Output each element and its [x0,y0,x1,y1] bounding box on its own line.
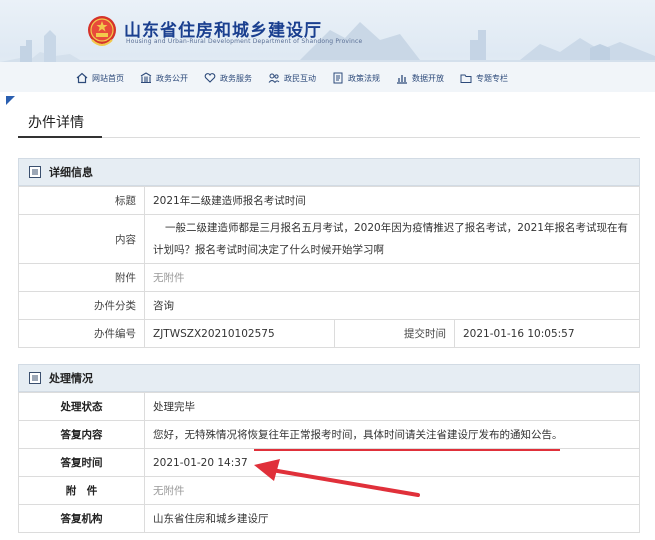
case-number-label: 办件编号 [18,319,145,348]
submit-time-label: 提交时间 [334,319,455,348]
attachment-value: 无附件 [144,263,640,292]
detail-panel-title: 详细信息 [49,166,93,179]
nav-label: 政务公开 [156,73,188,83]
table-row: 答复内容 您好，无特殊情况将恢复往年正常报考时间，具体时间请关注省建设厅发布的通… [18,420,640,449]
nav-label: 数据开放 [412,73,444,83]
nav-gov-services[interactable]: 政务服务 [204,68,252,88]
status-label: 处理状态 [18,392,145,421]
handling-panel-title: 处理情况 [49,372,93,385]
title-divider [18,137,640,138]
table-row: 答复机构 山东省住房和城乡建设厅 [18,504,640,533]
title-label: 标题 [18,186,145,215]
title-underline [18,136,102,138]
annotation-underline [254,449,560,451]
list-icon [29,166,41,178]
national-emblem-logo [88,16,116,46]
category-label: 办件分类 [18,291,145,320]
content-value: 一般二级建造师都是三月报名五月考试，2020年因为疫情推迟了报名考试，2021年… [144,214,640,264]
nav-label: 政务服务 [220,73,252,83]
people-icon [268,73,280,83]
reply-content-label: 答复内容 [18,420,145,449]
table-row: 附件 无附件 [18,263,640,292]
home-icon [76,72,88,84]
folder-icon [460,74,472,83]
reply-time-label: 答复时间 [18,448,145,477]
title-value: 2021年二级建造师报名考试时间 [144,186,640,215]
attachment-label: 附件 [18,263,145,292]
reply-content-value: 您好，无特殊情况将恢复往年正常报考时间，具体时间请关注省建设厅发布的通知公告。 [144,420,640,449]
table-row: 标题 2021年二级建造师报名考试时间 [18,186,640,215]
chart-icon [397,75,407,84]
category-value: 咨询 [144,291,640,320]
nav-label: 政策法规 [348,73,380,83]
nav-label: 专题专栏 [476,73,508,83]
document-icon [333,72,343,84]
content-label: 内容 [18,214,145,264]
nav-gov-affairs-open[interactable]: 政务公开 [140,68,188,88]
table-row: 办件分类 咨询 [18,291,640,320]
detail-table: 标题 2021年二级建造师报名考试时间 内容 一般二级建造师都是三月报名五月考试… [18,186,640,348]
table-row: 处理状态 处理完毕 [18,392,640,421]
nav-label: 政民互动 [284,73,316,83]
detail-panel-header: 详细信息 [18,158,640,186]
site-subtitle: Housing and Urban-Rural Development Depa… [126,38,363,45]
nav-label: 网站首页 [92,73,124,83]
nav-open-data[interactable]: 数据开放 [396,68,444,88]
case-number-value: ZJTWSZX20210102575 [144,319,335,348]
reply-org-label: 答复机构 [18,504,145,533]
table-row: 内容 一般二级建造师都是三月报名五月考试，2020年因为疫情推迟了报名考试，20… [18,214,640,264]
page-title: 办件详情 [28,115,84,131]
site-header: 山东省住房和城乡建设厅 Housing and Urban-Rural Deve… [0,0,655,92]
nav-home[interactable]: 网站首页 [76,68,124,88]
nav-policies[interactable]: 政策法规 [332,68,380,88]
annotation-arrow-icon [254,459,420,497]
status-value: 处理完毕 [144,392,640,421]
submit-time-value: 2021-01-16 10:05:57 [454,319,640,348]
reply-attachment-label: 附 件 [18,476,145,505]
list-icon [29,372,41,384]
reply-org-value: 山东省住房和城乡建设厅 [144,504,640,533]
handling-panel-header: 处理情况 [18,364,640,392]
nav-special-topics[interactable]: 专题专栏 [460,68,508,88]
building-icon [140,72,152,84]
nav-public-interaction[interactable]: 政民互动 [268,68,316,88]
table-row: 办件编号 ZJTWSZX20210102575 提交时间 2021-01-16 … [18,319,640,348]
main-nav: 网站首页 政务公开 政务服务 政民互动 政策法规 数据开放 专题专栏 [76,68,524,88]
heart-hand-icon [204,73,216,83]
corner-marker [6,96,15,105]
